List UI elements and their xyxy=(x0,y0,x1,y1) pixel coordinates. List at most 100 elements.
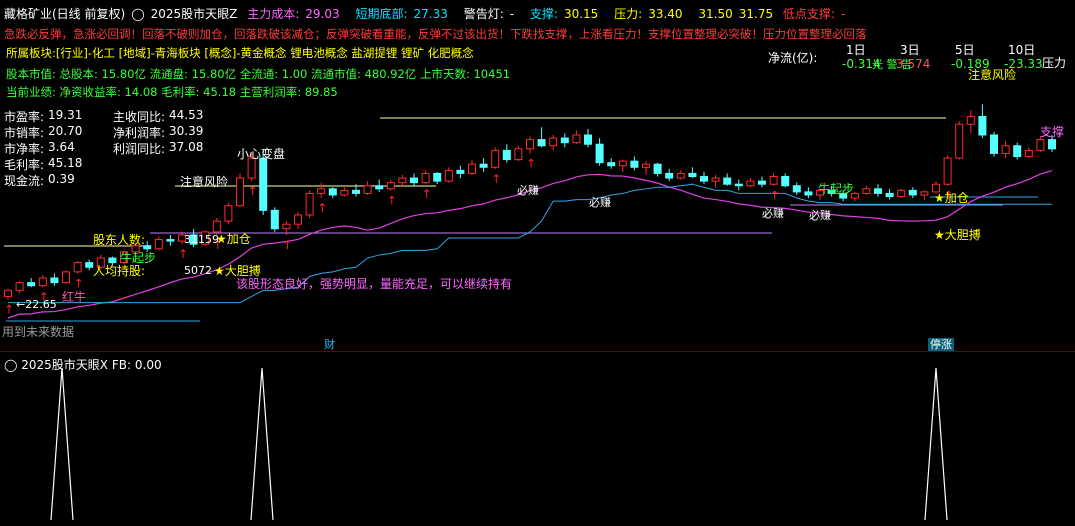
alarm-value: - xyxy=(509,7,515,21)
buy-arrow: ↑ xyxy=(526,156,536,170)
ratios-value: 3.64 xyxy=(48,140,75,154)
candle-body xyxy=(572,134,581,144)
short-bottom-label: 短期底部: xyxy=(355,7,408,21)
candle-body xyxy=(398,177,407,184)
netflow-header: 5日 xyxy=(955,43,975,57)
ratios-label: 现金流: xyxy=(4,174,45,188)
short-bottom-value: 27.33 xyxy=(413,7,448,21)
ratios-label: 毛利率: xyxy=(4,158,45,172)
candle-body xyxy=(410,177,418,184)
stock-title[interactable]: 藏格矿业(日线 前复权) xyxy=(4,7,125,21)
candle-body xyxy=(955,123,964,159)
support-right-label: 支撑 xyxy=(1040,125,1065,139)
fb-spike xyxy=(250,367,274,521)
candle-body xyxy=(259,157,268,211)
candle-body xyxy=(711,177,720,182)
candle-body xyxy=(688,172,697,178)
fb-spike xyxy=(924,367,948,521)
candle-body xyxy=(270,209,279,230)
collapse-icon[interactable]: ◯ xyxy=(131,7,144,21)
candle-body xyxy=(595,143,604,164)
limit-tag[interactable]: 停涨 xyxy=(928,338,954,351)
future-data-note: 用到未来数据 xyxy=(2,325,75,339)
candle-body xyxy=(479,163,488,168)
pressure-right-label: 压力 xyxy=(1042,56,1067,70)
fb-value: 0.00 xyxy=(134,358,162,372)
indicator-name[interactable]: 2025股市天眼Z xyxy=(151,7,238,21)
buy-arrow: ↑ xyxy=(317,201,327,215)
warn-note-2: 注意风险 xyxy=(968,68,1017,82)
candle-body xyxy=(62,271,70,284)
collapse-icon-2[interactable]: ◯ xyxy=(4,358,17,372)
ratios-value: 19.31 xyxy=(48,108,83,122)
bull-note-1: 牛起步 xyxy=(120,251,157,265)
low-support-label: 低点支撑: xyxy=(782,7,835,21)
candle-body xyxy=(38,277,47,287)
must-note-4: 必赚 xyxy=(809,209,831,222)
candle-body xyxy=(781,176,790,187)
support-label: 支撑: xyxy=(529,7,558,21)
ratios-label: 市盈率: xyxy=(4,110,45,124)
candle-body xyxy=(294,214,302,225)
netflow-header: 1日 xyxy=(846,43,866,57)
candle-body xyxy=(874,188,882,194)
buy-arrow: ↑ xyxy=(770,189,780,203)
candle-body xyxy=(560,137,569,144)
candle-body xyxy=(317,188,326,194)
holder-value: 31159 xyxy=(184,233,219,246)
candle-body xyxy=(862,188,871,194)
candle-body xyxy=(421,172,430,184)
buy-arrow: ↑ xyxy=(74,276,84,290)
advice-line: 急跌必反弹，急涨必回调！回落不破则加仓，回落跌破该减仓；反弹突破看重能，反弹不过… xyxy=(4,27,867,41)
comment-note: 该股形态良好，强势明显，量能充足，可以继续持有 xyxy=(236,277,513,291)
growth-value: 37.08 xyxy=(169,140,204,154)
holder-label: 股东人数: xyxy=(93,233,146,247)
candle-body xyxy=(642,163,650,168)
fb-spike xyxy=(50,367,74,521)
candle-body xyxy=(653,163,662,174)
candle-body xyxy=(247,157,256,179)
candle-body xyxy=(282,223,291,230)
buy-arrow: ↑ xyxy=(248,184,258,198)
alarm-label: 警告灯: xyxy=(463,7,504,21)
buy-arrow: ↑ xyxy=(422,187,432,201)
red-bull-note: 红牛 xyxy=(62,290,87,304)
perf-line: 当前业绩: 净资收益率: 14.08 毛利率: 45.18 主营利润率: 89.… xyxy=(6,85,338,99)
buy-arrow: ↑ xyxy=(387,193,397,207)
support-value: 30.15 xyxy=(563,7,599,21)
ratios-label: 市销率: xyxy=(4,126,45,140)
main-cost-label: 主力成本: xyxy=(247,7,300,21)
candle-body xyxy=(607,162,616,167)
candle-body xyxy=(943,157,952,185)
sector-line: 所属板块:[行业]-化工 [地域]-青海板块 [概念]-黄金概念 锂电池概念 盐… xyxy=(6,46,474,60)
add-note-1: 加仓 xyxy=(226,232,251,246)
candle-body xyxy=(920,191,929,196)
panel-divider xyxy=(0,351,1075,352)
buy-arrow: ↑ xyxy=(178,247,188,261)
candle-body xyxy=(734,183,743,187)
candle-body xyxy=(526,139,534,150)
candle-body xyxy=(363,185,372,194)
candle-body xyxy=(352,189,360,194)
candle-body xyxy=(885,192,894,198)
must-note-3: 必赚 xyxy=(762,207,784,220)
candle-body xyxy=(433,172,442,182)
avg-hold-value: 5072 xyxy=(184,264,212,277)
candle-body xyxy=(50,277,59,284)
candle-body xyxy=(456,169,465,174)
bold-note-1: 大胆搏 xyxy=(224,264,261,278)
buy-arrow: ↑ xyxy=(282,238,292,252)
candle-body xyxy=(758,180,766,185)
candle-body xyxy=(908,189,917,196)
netflow-header: 10日 xyxy=(1008,43,1036,57)
bottom-indicator-name[interactable]: 2025股市天眼X xyxy=(21,358,108,372)
candle-body xyxy=(723,177,732,185)
growth-value: 44.53 xyxy=(169,108,204,122)
candle-body xyxy=(792,185,801,193)
netflow-header: 3日 xyxy=(900,43,920,57)
finance-tag[interactable]: 财 xyxy=(322,338,337,351)
candle-body xyxy=(584,134,592,145)
candle-body xyxy=(700,176,708,182)
candle-body xyxy=(1001,145,1010,154)
candle-body xyxy=(85,262,94,268)
